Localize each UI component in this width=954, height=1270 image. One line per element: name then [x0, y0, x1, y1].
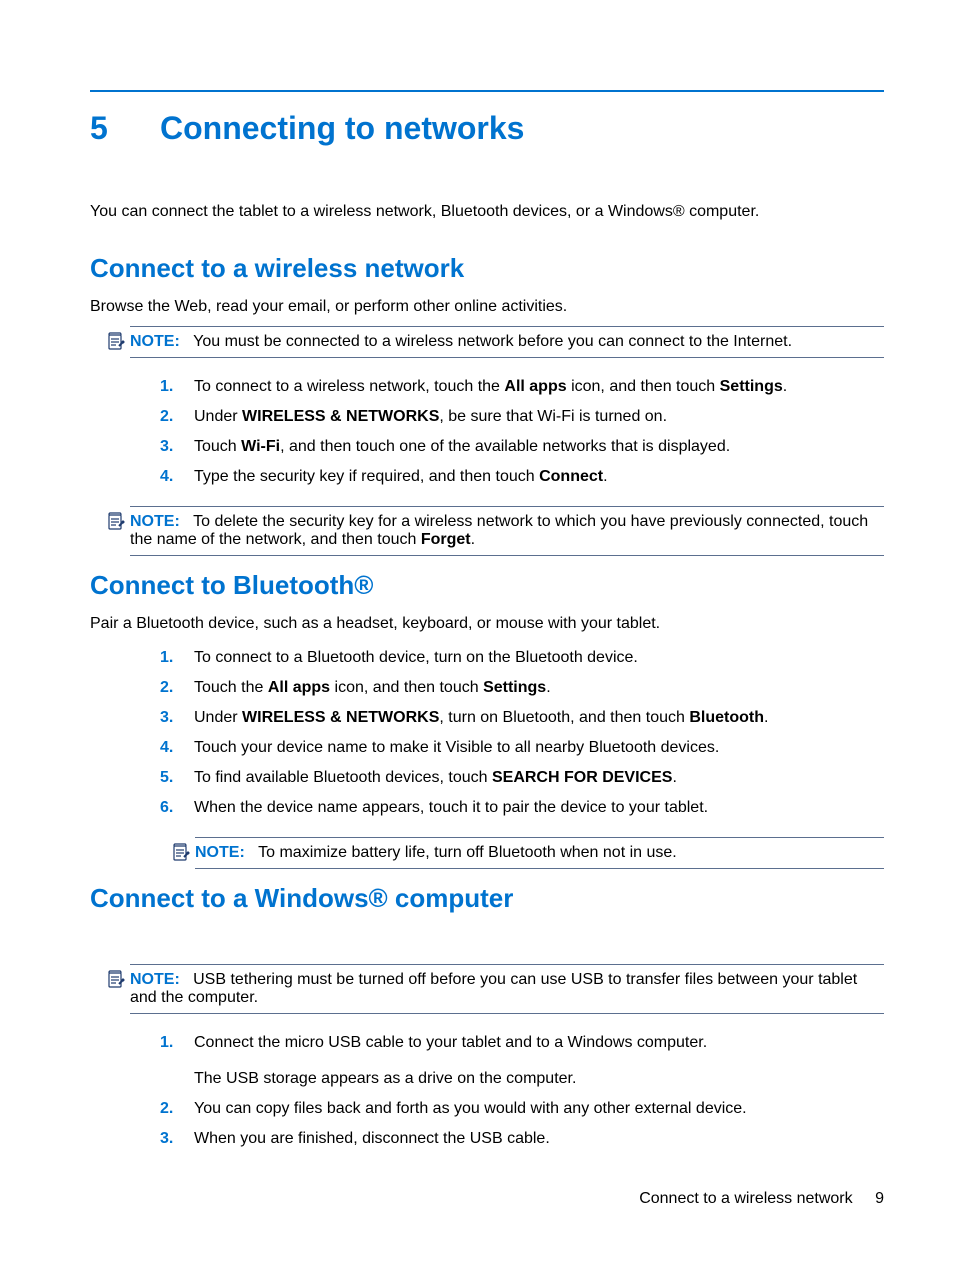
bluetooth-note: NOTE: To maximize battery life, turn off… — [195, 837, 884, 869]
bluetooth-lead: Pair a Bluetooth device, such as a heads… — [90, 615, 884, 633]
step-text: Touch Wi-Fi, and then touch one of the a… — [194, 438, 884, 456]
section-heading-bluetooth: Connect to Bluetooth® — [90, 570, 884, 601]
step-text: Connect the micro USB cable to your tabl… — [194, 1034, 884, 1088]
chapter-title: Connecting to networks — [160, 110, 524, 146]
step-number: 5. — [160, 769, 194, 787]
step-text: To find available Bluetooth devices, tou… — [194, 769, 884, 787]
section-heading-wireless: Connect to a wireless network — [90, 253, 884, 284]
page-footer: Connect to a wireless network 9 — [639, 1190, 884, 1208]
note-icon — [106, 331, 126, 351]
step-number: 2. — [160, 1100, 194, 1118]
step-item: 5.To find available Bluetooth devices, t… — [160, 763, 884, 793]
note-icon — [106, 511, 126, 531]
step-item: 4.Type the security key if required, and… — [160, 462, 884, 492]
step-text: When the device name appears, touch it t… — [194, 799, 884, 817]
step-item: 2.Touch the All apps icon, and then touc… — [160, 673, 884, 703]
step-number: 4. — [160, 739, 194, 757]
windows-note: NOTE: USB tethering must be turned off b… — [130, 964, 884, 1014]
step-text: Under WIRELESS & NETWORKS, be sure that … — [194, 408, 884, 426]
step-text: Under WIRELESS & NETWORKS, turn on Bluet… — [194, 709, 884, 727]
step-text: Touch the All apps icon, and then touch … — [194, 679, 884, 697]
step-item: 1.Connect the micro USB cable to your ta… — [160, 1028, 884, 1094]
step-item: 2.Under WIRELESS & NETWORKS, be sure tha… — [160, 402, 884, 432]
step-text: To connect to a wireless network, touch … — [194, 378, 884, 396]
step-text: Touch your device name to make it Visibl… — [194, 739, 884, 757]
section-heading-windows: Connect to a Windows® computer — [90, 883, 884, 914]
note-text: To maximize battery life, turn off Bluet… — [258, 844, 677, 861]
note-text: USB tethering must be turned off before … — [130, 971, 857, 1006]
wireless-note-1: NOTE: You must be connected to a wireles… — [130, 326, 884, 358]
step-number: 1. — [160, 649, 194, 667]
bluetooth-steps: 1.To connect to a Bluetooth device, turn… — [160, 643, 884, 823]
wireless-note-2: NOTE: To delete the security key for a w… — [130, 506, 884, 556]
note-label: NOTE: — [130, 333, 180, 350]
document-page: 5Connecting to networks You can connect … — [0, 0, 954, 1270]
step-number: 4. — [160, 468, 194, 486]
step-item: 1.To connect to a wireless network, touc… — [160, 372, 884, 402]
step-number: 3. — [160, 1130, 194, 1148]
page-number: 9 — [875, 1190, 884, 1207]
step-number: 2. — [160, 408, 194, 426]
chapter-number: 5 — [90, 110, 160, 147]
step-item: 6.When the device name appears, touch it… — [160, 793, 884, 823]
step-item: 3.When you are finished, disconnect the … — [160, 1124, 884, 1154]
step-number: 3. — [160, 709, 194, 727]
step-number: 6. — [160, 799, 194, 817]
step-text: Type the security key if required, and t… — [194, 468, 884, 486]
step-number: 2. — [160, 679, 194, 697]
step-item: 3.Under WIRELESS & NETWORKS, turn on Blu… — [160, 703, 884, 733]
note-label: NOTE: — [195, 844, 245, 861]
step-text: When you are finished, disconnect the US… — [194, 1130, 884, 1148]
chapter-heading: 5Connecting to networks — [90, 110, 884, 147]
chapter-intro: You can connect the tablet to a wireless… — [90, 203, 884, 221]
note-label: NOTE: — [130, 971, 180, 988]
note-icon — [171, 842, 191, 862]
chapter-rule — [90, 90, 884, 92]
step-item: 4.Touch your device name to make it Visi… — [160, 733, 884, 763]
windows-steps: 1.Connect the micro USB cable to your ta… — [160, 1028, 884, 1154]
note-text: You must be connected to a wireless netw… — [193, 333, 792, 350]
step-text: To connect to a Bluetooth device, turn o… — [194, 649, 884, 667]
step-number: 1. — [160, 1034, 194, 1088]
note-icon — [106, 969, 126, 989]
step-item: 1.To connect to a Bluetooth device, turn… — [160, 643, 884, 673]
note-label: NOTE: — [130, 513, 180, 530]
wireless-lead: Browse the Web, read your email, or perf… — [90, 298, 884, 316]
wireless-steps: 1.To connect to a wireless network, touc… — [160, 372, 884, 492]
step-text: You can copy files back and forth as you… — [194, 1100, 884, 1118]
step-number: 3. — [160, 438, 194, 456]
footer-text: Connect to a wireless network — [639, 1190, 852, 1207]
note-text: To delete the security key for a wireles… — [130, 513, 868, 548]
step-item: 2.You can copy files back and forth as y… — [160, 1094, 884, 1124]
step-item: 3.Touch Wi-Fi, and then touch one of the… — [160, 432, 884, 462]
step-number: 1. — [160, 378, 194, 396]
